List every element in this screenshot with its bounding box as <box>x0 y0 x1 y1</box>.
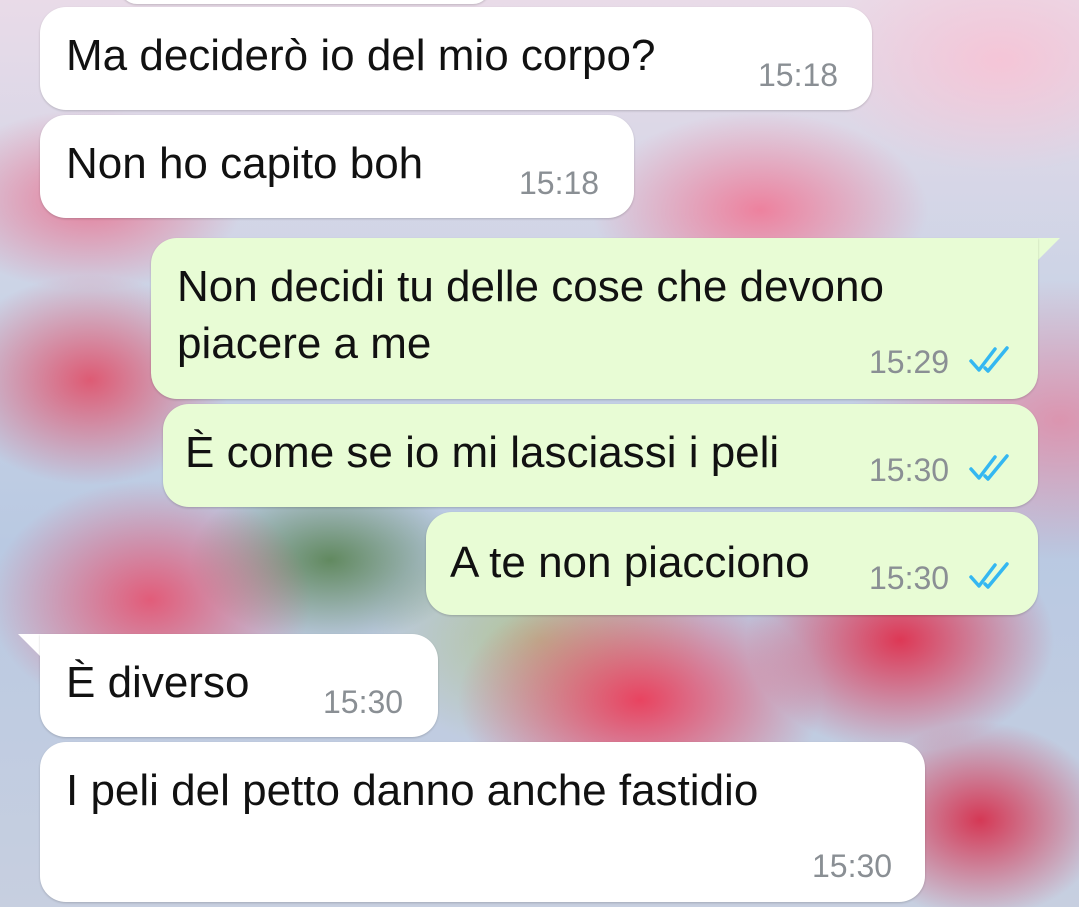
message-text: È diverso <box>66 658 250 707</box>
message-bubble-incoming[interactable]: I peli del petto danno anche fastidio 15… <box>40 742 925 902</box>
message-bubble-outgoing[interactable]: A te non piacciono 15:30 <box>426 512 1038 615</box>
message-timestamp: 15:29 <box>869 344 950 380</box>
double-check-read-icon <box>969 346 1009 373</box>
message-timestamp: 15:30 <box>869 452 950 488</box>
message-bubble-incoming[interactable]: Ma deciderò io del mio corpo? 15:18 <box>40 7 872 110</box>
message-timestamp: 15:18 <box>519 165 600 201</box>
message-text: Ma deciderò io del mio corpo? <box>66 31 656 80</box>
message-text-line-2: piacere a me <box>177 319 432 368</box>
message-bubble-incoming[interactable]: È diverso 15:30 <box>40 634 438 737</box>
message-bubble-outgoing[interactable]: È come se io mi lasciassi i peli 15:30 <box>163 404 1038 507</box>
message-text: Non ho capito boh <box>66 139 424 188</box>
message-bubble-incoming[interactable]: Non ho capito boh 15:18 <box>40 115 634 218</box>
bubble-tail <box>18 634 40 656</box>
message-text: A te non piacciono <box>450 538 810 587</box>
message-timestamp: 15:30 <box>869 560 950 596</box>
double-check-read-icon <box>969 454 1009 481</box>
partial-message-bubble <box>120 0 490 4</box>
double-check-read-icon <box>969 562 1009 589</box>
message-text-line-1: Non decidi tu delle cose che devono <box>177 262 884 311</box>
message-text: È come se io mi lasciassi i peli <box>185 428 780 477</box>
message-text: I peli del petto danno anche fastidio <box>66 766 759 815</box>
message-timestamp: 15:30 <box>323 684 404 720</box>
message-timestamp: 15:30 <box>812 848 893 884</box>
bubble-tail <box>1038 238 1060 260</box>
message-bubble-outgoing[interactable]: Non decidi tu delle cose che devono piac… <box>151 238 1038 399</box>
message-timestamp: 15:18 <box>758 57 839 93</box>
